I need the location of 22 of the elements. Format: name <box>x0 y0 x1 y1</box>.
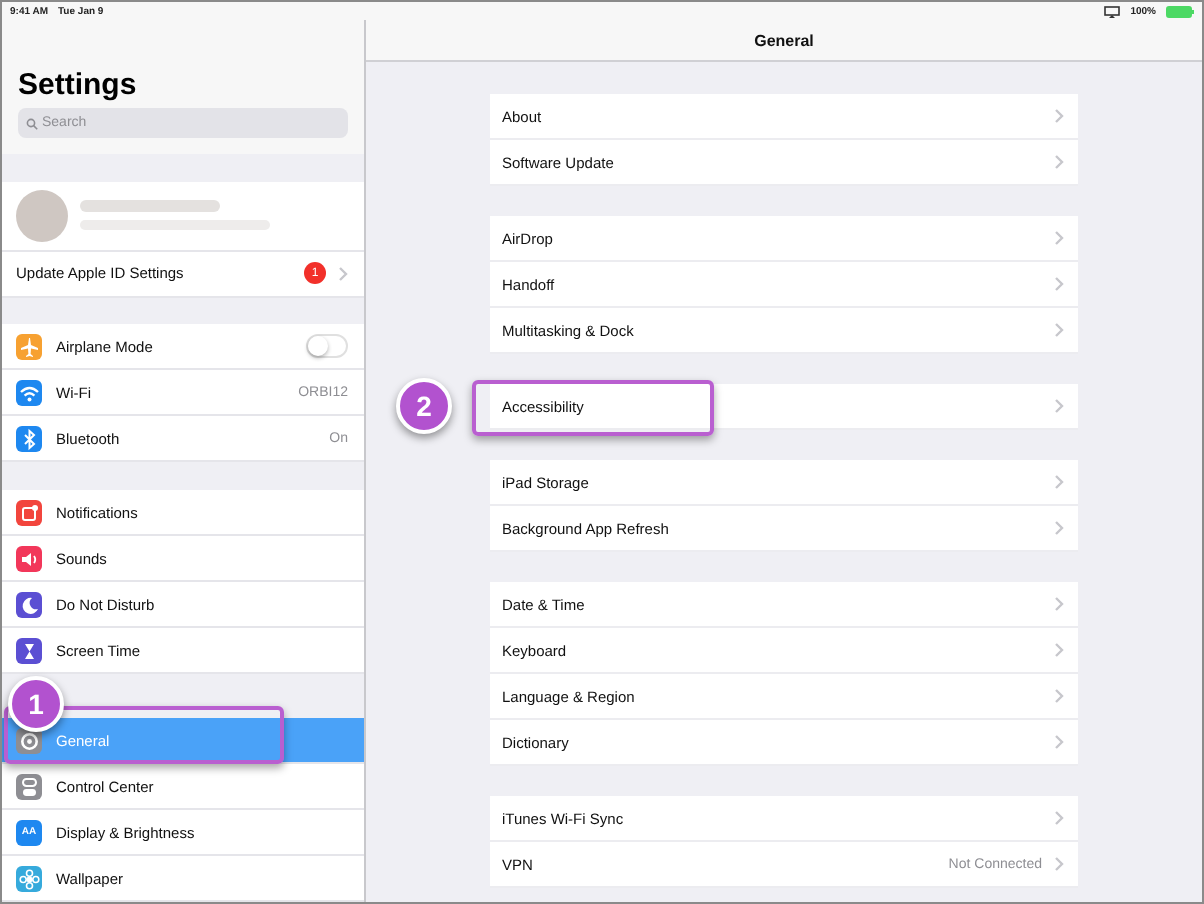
page-title: General <box>754 31 814 49</box>
toggle-switch[interactable] <box>306 334 348 359</box>
screen-mirroring-icon <box>1104 5 1121 17</box>
chevron-icon <box>1054 154 1064 170</box>
chevron-icon <box>1054 596 1064 612</box>
chevron-icon <box>1054 230 1064 246</box>
avatar-placeholder <box>16 189 68 242</box>
chevron-icon <box>1054 322 1064 338</box>
battery-icon <box>1166 5 1194 17</box>
chevron-icon <box>1054 810 1064 826</box>
chevron-icon <box>1054 642 1064 658</box>
chevron-icon <box>1054 474 1064 490</box>
chevron-icon <box>338 265 348 282</box>
blurred-name-placeholder <box>80 200 220 213</box>
chevron-icon <box>1054 398 1064 414</box>
chevron-icon <box>1054 688 1064 704</box>
chevron-icon <box>1054 276 1064 292</box>
chevron-icon <box>1054 856 1064 872</box>
sidebar-title: Settings <box>2 20 364 108</box>
chevron-icon <box>1054 108 1064 124</box>
chevron-icon <box>1054 734 1064 750</box>
chevron-icon <box>1054 520 1064 536</box>
